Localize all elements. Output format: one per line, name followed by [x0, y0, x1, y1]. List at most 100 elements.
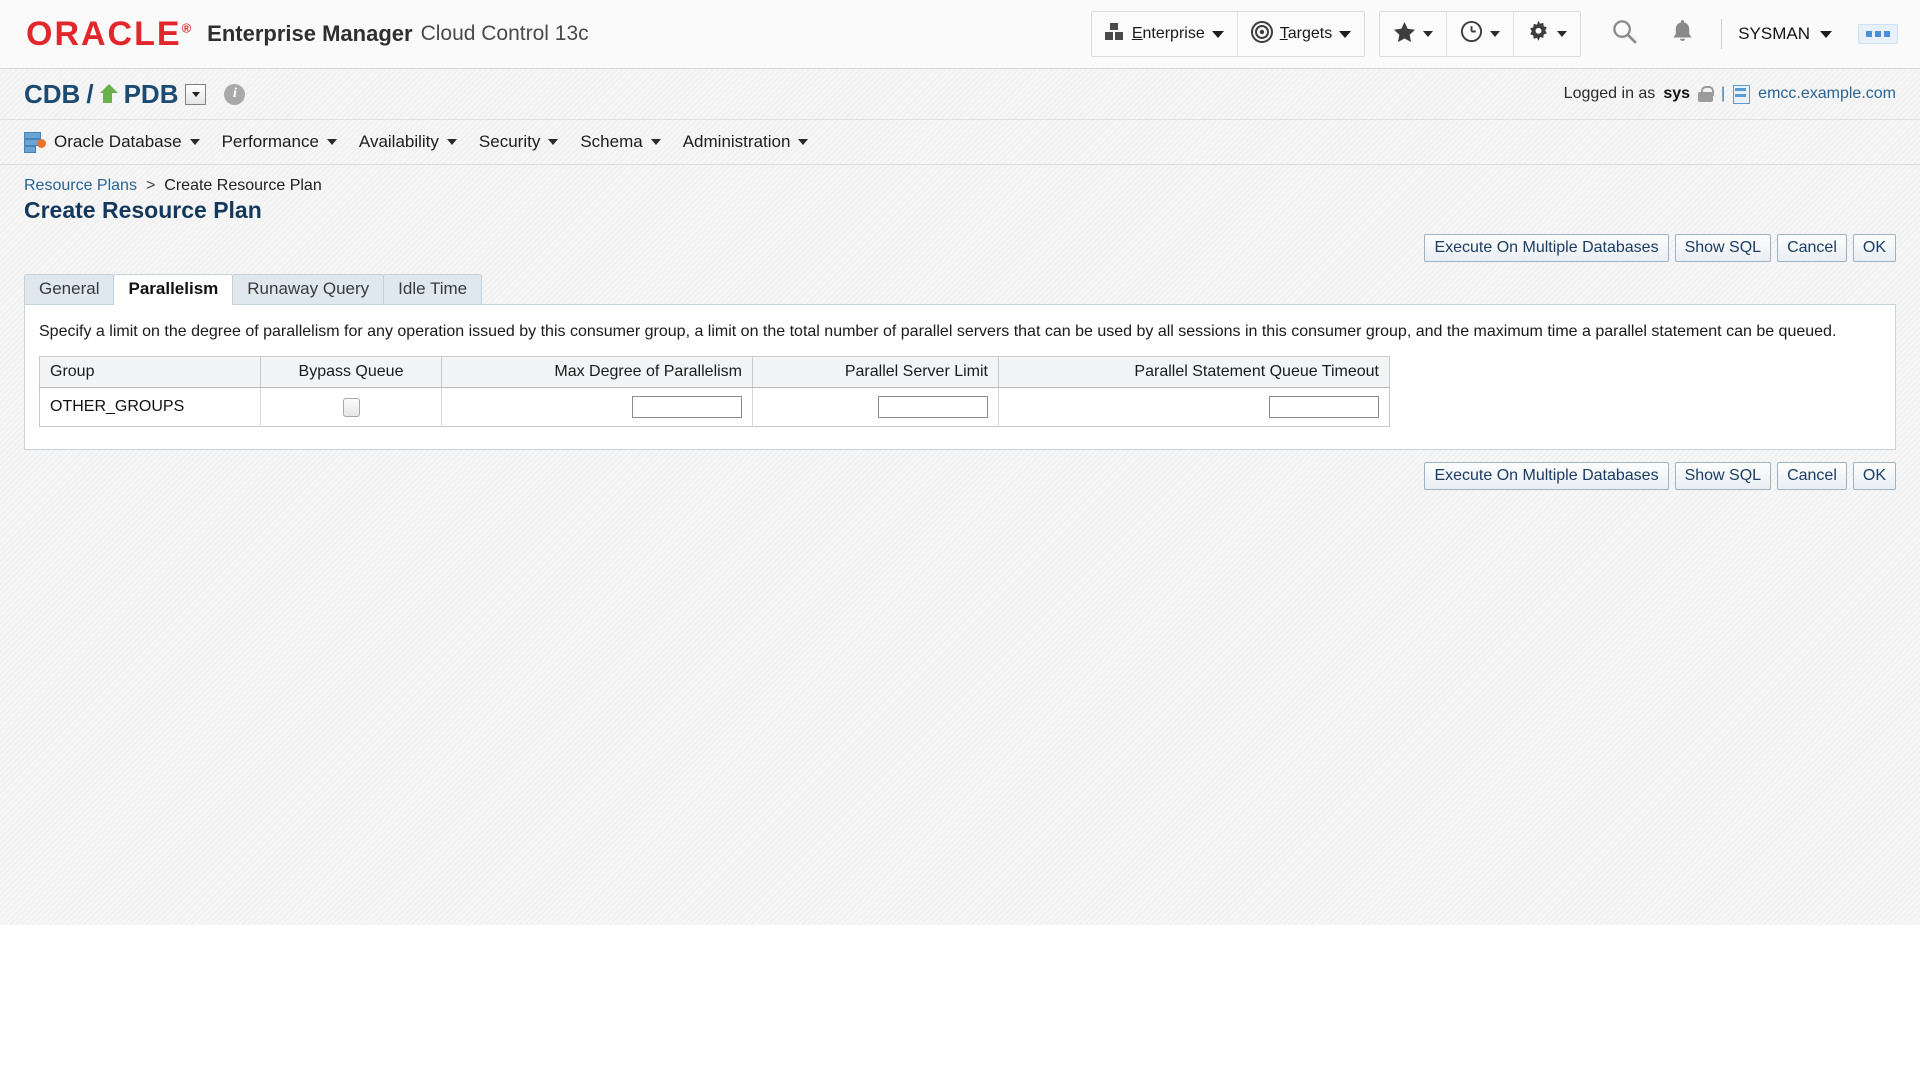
menu-item-administration[interactable]: Administration — [683, 132, 809, 152]
column-header-max-degree-of-parallelism[interactable]: Max Degree of Parallelism — [442, 357, 753, 388]
action-button-row-bottom: Execute On Multiple Databases Show SQL C… — [24, 462, 1896, 490]
login-divider: | — [1721, 85, 1725, 103]
status-up-arrow-icon — [100, 84, 118, 104]
targets-menu-label-rest: argets — [1288, 25, 1332, 42]
tab-idle-time[interactable]: Idle Time — [383, 274, 482, 304]
execute-on-multiple-databases-button[interactable]: Execute On Multiple Databases — [1424, 234, 1668, 262]
cell-bypass-queue — [261, 388, 442, 427]
breadcrumb: Resource Plans > Create Resource Plan — [24, 165, 1896, 195]
targets-menu[interactable]: Targets — [1238, 12, 1364, 56]
user-menu[interactable]: SYSMAN — [1738, 24, 1832, 44]
menu-item-performance[interactable]: Performance — [222, 132, 337, 152]
product-name: Enterprise Manager — [207, 21, 412, 47]
table-body: OTHER_GROUPS — [40, 388, 1390, 427]
target-dropdown-button[interactable] — [185, 84, 206, 105]
target-icon — [1251, 21, 1273, 48]
tab-parallelism[interactable]: Parallelism — [113, 274, 233, 304]
breadcrumb-current: Create Resource Plan — [164, 177, 321, 195]
cancel-button[interactable]: Cancel — [1777, 234, 1847, 262]
logged-in-label: Logged in as — [1564, 85, 1656, 103]
info-icon[interactable]: i — [224, 84, 245, 105]
target-breadcrumb-title: CDB / PDB i — [24, 79, 245, 110]
parallelism-panel: Specify a limit on the degree of paralle… — [24, 304, 1896, 450]
parallel-server-limit-input[interactable] — [878, 396, 988, 418]
show-sql-button[interactable]: Show SQL — [1675, 234, 1771, 262]
chevron-down-icon — [1557, 31, 1567, 37]
ok-button[interactable]: OK — [1853, 462, 1896, 490]
more-dots-icon[interactable] — [1858, 24, 1898, 44]
column-header-parallel-statement-queue-timeout[interactable]: Parallel Statement Queue Timeout — [999, 357, 1390, 388]
menu-item-schema[interactable]: Schema — [580, 132, 660, 152]
tab-runaway-query[interactable]: Runaway Query — [232, 274, 384, 304]
table-row: OTHER_GROUPS — [40, 388, 1390, 427]
gear-icon — [1527, 20, 1550, 48]
server-icon — [1733, 85, 1750, 104]
menu-item-label: Administration — [683, 132, 791, 152]
cubes-icon — [1105, 23, 1125, 46]
breadcrumb-separator: > — [146, 177, 155, 195]
chevron-down-icon — [798, 139, 808, 145]
chevron-down-icon — [447, 139, 457, 145]
execute-on-multiple-databases-button[interactable]: Execute On Multiple Databases — [1424, 462, 1668, 490]
oracle-logo-text: ORACLE — [26, 15, 182, 53]
tab-bar: General Parallelism Runaway Query Idle T… — [24, 274, 1896, 304]
global-header: ORACLE® Enterprise Manager Cloud Control… — [0, 0, 1920, 69]
enterprise-menu-label: Enterprise — [1132, 25, 1205, 43]
column-header-parallel-server-limit[interactable]: Parallel Server Limit — [753, 357, 999, 388]
action-button-row-top: Execute On Multiple Databases Show SQL C… — [24, 234, 1896, 262]
enterprise-menu[interactable]: Enterprise — [1092, 12, 1238, 56]
column-header-group[interactable]: Group — [40, 357, 261, 388]
target-separator: / — [86, 79, 93, 110]
header-divider — [1721, 19, 1722, 49]
ok-button[interactable]: OK — [1853, 234, 1896, 262]
pdb-label[interactable]: PDB — [124, 79, 179, 110]
search-icon[interactable] — [1611, 18, 1638, 50]
tab-general[interactable]: General — [24, 274, 114, 304]
menu-item-security[interactable]: Security — [479, 132, 558, 152]
cell-parallel-statement-queue-timeout — [999, 388, 1390, 427]
more-dot — [1875, 31, 1881, 37]
menu-item-label: Availability — [359, 132, 439, 152]
target-context-bar: CDB / PDB i Logged in as sys | emcc.exam… — [0, 69, 1920, 120]
history-button[interactable] — [1447, 12, 1514, 56]
enterprise-menu-accesskey: E — [1132, 25, 1143, 42]
more-dot — [1866, 31, 1872, 37]
cell-parallel-server-limit — [753, 388, 999, 427]
chevron-down-icon — [1490, 31, 1500, 37]
enterprise-menu-label-rest: nterprise — [1142, 25, 1204, 42]
favorites-button[interactable] — [1380, 12, 1447, 56]
database-icon — [24, 132, 46, 152]
star-icon — [1393, 21, 1416, 48]
chevron-down-icon — [651, 139, 661, 145]
bypass-queue-checkbox[interactable] — [343, 398, 360, 417]
table-header-row: Group Bypass Queue Max Degree of Paralle… — [40, 357, 1390, 388]
breadcrumb-parent-link[interactable]: Resource Plans — [24, 177, 137, 195]
parallel-statement-queue-timeout-input[interactable] — [1269, 396, 1379, 418]
global-icon-group — [1379, 11, 1581, 57]
cdb-label[interactable]: CDB — [24, 79, 80, 110]
lock-icon — [1698, 86, 1713, 102]
page-body: Resource Plans > Create Resource Plan Cr… — [0, 165, 1920, 925]
menu-item-availability[interactable]: Availability — [359, 132, 457, 152]
bell-icon[interactable] — [1670, 18, 1695, 50]
targets-menu-accesskey: T — [1280, 25, 1288, 42]
cell-group: OTHER_GROUPS — [40, 388, 261, 427]
logged-in-user: sys — [1663, 85, 1690, 103]
chevron-down-icon — [548, 139, 558, 145]
max-degree-of-parallelism-input[interactable] — [632, 396, 742, 418]
chevron-down-icon — [1339, 31, 1351, 38]
oracle-logo-tm: ® — [182, 21, 192, 36]
show-sql-button[interactable]: Show SQL — [1675, 462, 1771, 490]
consumer-group-parallelism-table: Group Bypass Queue Max Degree of Paralle… — [39, 356, 1390, 427]
column-header-bypass-queue[interactable]: Bypass Queue — [261, 357, 442, 388]
setup-button[interactable] — [1514, 12, 1580, 56]
chevron-down-icon — [1820, 31, 1832, 38]
host-link[interactable]: emcc.example.com — [1758, 85, 1896, 103]
menu-item-oracle-database[interactable]: Oracle Database — [24, 132, 200, 152]
menu-item-label: Schema — [580, 132, 642, 152]
cancel-button[interactable]: Cancel — [1777, 462, 1847, 490]
chevron-down-icon — [1423, 31, 1433, 37]
oracle-logo[interactable]: ORACLE® — [26, 17, 191, 51]
chevron-down-icon — [327, 139, 337, 145]
login-info: Logged in as sys | emcc.example.com — [1564, 85, 1896, 104]
